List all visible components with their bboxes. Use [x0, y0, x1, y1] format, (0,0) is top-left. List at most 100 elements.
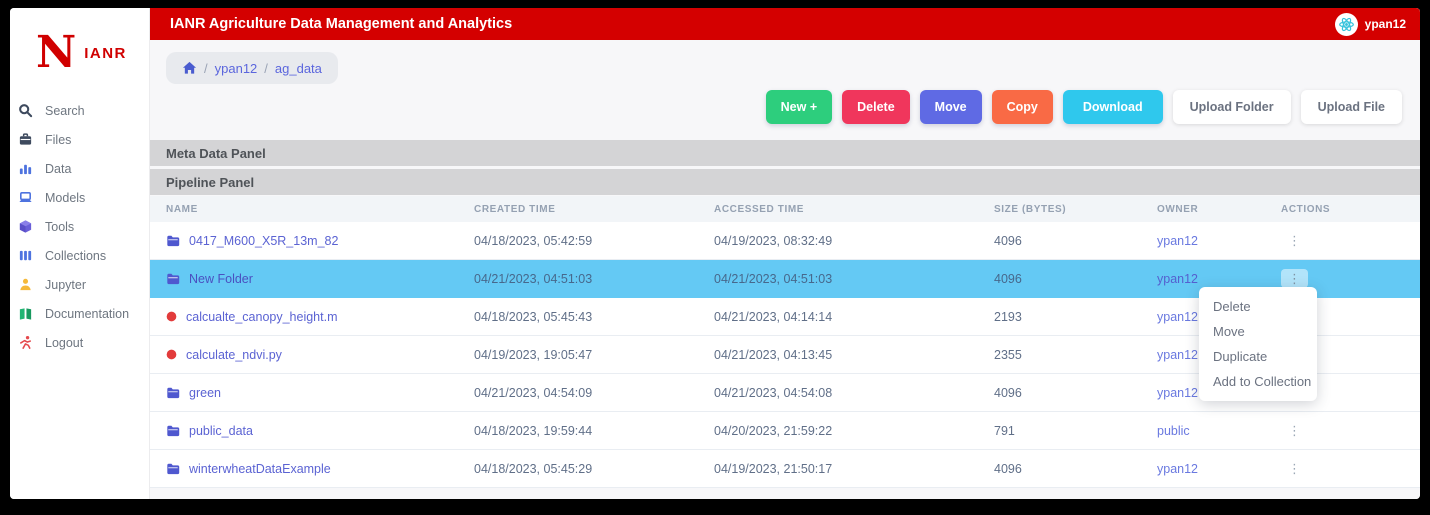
actions-cell: ⋮: [1281, 234, 1420, 248]
name-cell: 0417_M600_X5R_13m_82: [150, 234, 474, 248]
app-window: N IANR Search Files Data Models Tools Co…: [10, 8, 1420, 499]
sidebar-item-label: Files: [45, 132, 72, 147]
row-actions-kebab-icon[interactable]: ⋮: [1281, 459, 1308, 478]
atom-icon: [1338, 17, 1354, 31]
row-actions-kebab-icon[interactable]: ⋮: [1281, 421, 1308, 440]
actions-cell: ⋮: [1281, 424, 1420, 438]
models-icon: [17, 189, 34, 206]
table-row[interactable]: 0417_M600_X5R_13m_82 04/18/2023, 05:42:5…: [150, 222, 1420, 260]
content-area: / ypan12 / ag_data New + Delete Move Cop…: [150, 40, 1420, 499]
sidebar-item-tools[interactable]: Tools: [10, 212, 149, 241]
upload-file-button[interactable]: Upload File: [1300, 90, 1402, 124]
column-header-actions: ACTIONS: [1281, 203, 1331, 215]
accessed-time-cell: 04/21/2023, 04:14:14: [714, 309, 833, 324]
accessed-time-cell: 04/19/2023, 08:32:49: [714, 233, 833, 248]
file-icon: [166, 349, 177, 360]
table-header-row: NAME CREATED TIME ACCESSED TIME SIZE (BY…: [150, 196, 1420, 222]
context-menu-item-move[interactable]: Move: [1199, 319, 1317, 344]
pipeline-panel-header[interactable]: Pipeline Panel: [150, 169, 1420, 195]
accessed-time-cell: 04/19/2023, 21:50:17: [714, 461, 833, 476]
download-button[interactable]: Download: [1062, 90, 1163, 124]
table-row[interactable]: public_data 04/18/2023, 19:59:44 04/20/2…: [150, 412, 1420, 450]
row-actions-kebab-icon[interactable]: ⋮: [1281, 268, 1308, 288]
meta-data-panel-label: Meta Data Panel: [166, 145, 266, 161]
sidebar-item-files[interactable]: Files: [10, 125, 149, 154]
size-cell: 791: [994, 423, 1015, 438]
app-title: IANR Agriculture Data Management and Ana…: [170, 16, 513, 32]
size-cell: 4096: [994, 385, 1022, 400]
owner-link[interactable]: ypan12: [1157, 272, 1281, 286]
sidebar-item-label: Search: [45, 103, 85, 118]
created-time-cell: 04/18/2023, 05:45:43: [474, 309, 593, 324]
move-button[interactable]: Move: [919, 90, 982, 124]
breadcrumb-separator: /: [264, 60, 268, 76]
main-area: IANR Agriculture Data Management and Ana…: [150, 8, 1420, 499]
file-name-link[interactable]: New Folder: [189, 272, 253, 286]
created-time-cell: 04/18/2023, 05:42:59: [474, 233, 593, 248]
new-button[interactable]: New +: [765, 90, 833, 124]
actions-cell: ⋮: [1281, 268, 1420, 288]
created-time-cell: 04/19/2023, 19:05:47: [474, 347, 593, 362]
breadcrumb-separator: /: [204, 60, 208, 76]
context-menu-item-delete[interactable]: Delete: [1199, 294, 1317, 319]
app-header: IANR Agriculture Data Management and Ana…: [150, 8, 1420, 40]
folder-icon: [166, 386, 180, 399]
sidebar-item-jupyter[interactable]: Jupyter: [10, 270, 149, 299]
logout-icon: [17, 334, 34, 351]
accessed-time-cell: 04/21/2023, 04:54:08: [714, 385, 833, 400]
owner-link[interactable]: ypan12: [1157, 462, 1281, 476]
breadcrumb: / ypan12 / ag_data: [166, 52, 338, 84]
file-name-link[interactable]: winterwheatDataExample: [189, 462, 331, 476]
files-icon: [17, 131, 34, 148]
file-name-link[interactable]: public_data: [189, 424, 253, 438]
context-menu-item-add-to-collection[interactable]: Add to Collection: [1199, 369, 1317, 394]
created-time-cell: 04/18/2023, 19:59:44: [474, 423, 593, 438]
row-context-menu: Delete Move Duplicate Add to Collection: [1199, 287, 1317, 401]
sidebar-item-label: Models: [45, 190, 86, 205]
name-cell: New Folder: [150, 272, 474, 286]
size-cell: 4096: [994, 461, 1022, 476]
user-menu-button[interactable]: ypan12: [1334, 12, 1406, 36]
home-icon[interactable]: [182, 61, 197, 75]
name-cell: calcualte_canopy_height.m: [150, 310, 474, 324]
table-row[interactable]: winterwheatDataExample 04/18/2023, 05:45…: [150, 450, 1420, 488]
column-header-accessed-time: ACCESSED TIME: [714, 203, 805, 215]
sidebar-item-label: Collections: [45, 248, 107, 263]
name-cell: winterwheatDataExample: [150, 462, 474, 476]
sidebar-item-data[interactable]: Data: [10, 154, 149, 183]
size-cell: 2355: [994, 347, 1022, 362]
size-cell: 4096: [994, 233, 1022, 248]
size-cell: 2193: [994, 309, 1022, 324]
file-name-link[interactable]: calculate_ndvi.py: [186, 348, 282, 362]
copy-button[interactable]: Copy: [991, 90, 1053, 124]
folder-icon: [166, 462, 180, 475]
logo-text: IANR: [84, 44, 127, 62]
meta-data-panel-header[interactable]: Meta Data Panel: [150, 140, 1420, 166]
upload-folder-button[interactable]: Upload Folder: [1172, 90, 1291, 124]
sidebar-item-models[interactable]: Models: [10, 183, 149, 212]
context-menu-item-duplicate[interactable]: Duplicate: [1199, 344, 1317, 369]
breadcrumb-link-ypan12[interactable]: ypan12: [215, 61, 258, 76]
sidebar-item-search[interactable]: Search: [10, 96, 149, 125]
created-time-cell: 04/21/2023, 04:54:09: [474, 385, 593, 400]
screenshot-frame: N IANR Search Files Data Models Tools Co…: [0, 0, 1430, 515]
delete-button[interactable]: Delete: [842, 90, 910, 124]
sidebar-item-logout[interactable]: Logout: [10, 328, 149, 357]
breadcrumb-link-ag-data[interactable]: ag_data: [275, 61, 322, 76]
sidebar-item-collections[interactable]: Collections: [10, 241, 149, 270]
accessed-time-cell: 04/21/2023, 04:13:45: [714, 347, 833, 362]
file-name-link[interactable]: 0417_M600_X5R_13m_82: [189, 234, 338, 248]
file-name-link[interactable]: calcualte_canopy_height.m: [186, 310, 338, 324]
row-actions-kebab-icon[interactable]: ⋮: [1281, 231, 1308, 250]
owner-link[interactable]: ypan12: [1157, 234, 1281, 248]
created-time-cell: 04/18/2023, 05:45:29: [474, 461, 593, 476]
nebraska-n-logo: N: [36, 27, 77, 79]
action-toolbar: New + Delete Move Copy Download Upload F…: [150, 84, 1420, 124]
file-name-link[interactable]: green: [189, 386, 221, 400]
column-header-created-time: CREATED TIME: [474, 203, 556, 215]
sidebar-item-documentation[interactable]: Documentation: [10, 299, 149, 328]
column-header-size: SIZE (BYTES): [994, 203, 1067, 215]
search-icon: [17, 102, 34, 119]
owner-link[interactable]: public: [1157, 424, 1281, 438]
sidebar: N IANR Search Files Data Models Tools Co…: [10, 8, 150, 499]
